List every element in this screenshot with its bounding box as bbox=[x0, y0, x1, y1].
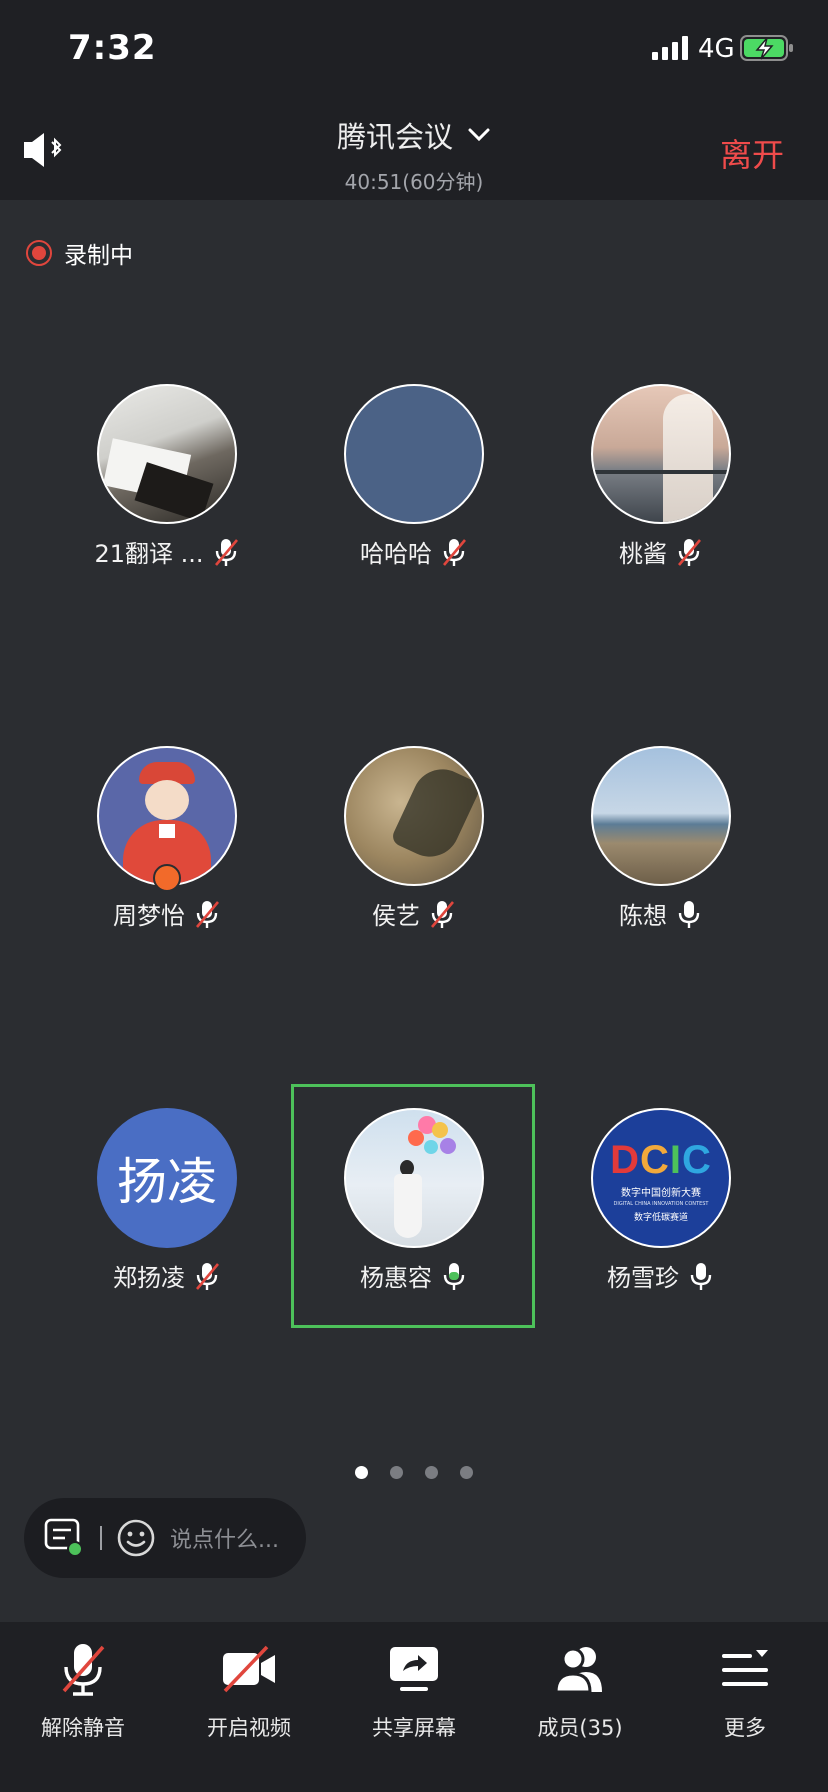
meeting-header: 腾讯会议 40:51(60分钟) 离开 bbox=[0, 100, 828, 200]
share-screen-icon bbox=[390, 1647, 438, 1691]
mic-muted-icon bbox=[431, 900, 454, 928]
participant-name: 哈哈哈 bbox=[360, 540, 432, 568]
recording-label: 录制中 bbox=[64, 243, 133, 269]
mic-muted-icon bbox=[196, 900, 219, 928]
participant-name: 杨雪珍 bbox=[607, 1264, 679, 1292]
participant-name: 桃酱 bbox=[619, 540, 667, 568]
participant-tile[interactable]: DCIC 数字中国创新大赛 DIGITAL CHINA INNOVATION C… bbox=[538, 1108, 784, 1293]
mic-muted-icon bbox=[196, 1262, 219, 1290]
signal-icon bbox=[652, 36, 688, 60]
mic-speaking-icon bbox=[443, 1262, 465, 1290]
participant-tile[interactable]: 侯艺 bbox=[291, 746, 537, 931]
participant-tile[interactable]: 21翻译 ... bbox=[44, 384, 290, 569]
chat-input-bar[interactable]: 说点什么... bbox=[24, 1498, 306, 1578]
participant-tile[interactable]: 周梦怡 bbox=[44, 746, 290, 931]
more-label: 更多 bbox=[724, 1716, 766, 1740]
dcic-logo-subtitle: 数字中国创新大赛 bbox=[621, 1188, 701, 1199]
unmute-label: 解除静音 bbox=[41, 1716, 125, 1740]
battery-charging-icon bbox=[740, 35, 793, 61]
avatar bbox=[591, 384, 731, 524]
members-button[interactable]: 成员(35) bbox=[497, 1638, 663, 1742]
participant-name: 杨惠容 bbox=[360, 1264, 432, 1292]
status-bar: 7:32 4G bbox=[0, 0, 828, 100]
avatar bbox=[97, 384, 237, 524]
participant-name: 周梦怡 bbox=[113, 902, 185, 930]
chat-placeholder[interactable]: 说点什么... bbox=[170, 1522, 279, 1554]
participant-name: 陈想 bbox=[619, 902, 667, 930]
participant-name: 侯艺 bbox=[372, 902, 420, 930]
emoji-icon[interactable] bbox=[116, 1518, 156, 1558]
avatar bbox=[344, 384, 484, 524]
start-video-label: 开启视频 bbox=[207, 1716, 291, 1740]
chat-divider bbox=[100, 1526, 102, 1550]
mic-muted-icon bbox=[62, 1644, 105, 1696]
host-badge-icon bbox=[153, 864, 181, 892]
menu-icon bbox=[722, 1650, 768, 1686]
bottom-toolbar: 解除静音 开启视频 共享屏幕 成员(35) 更多 bbox=[0, 1622, 828, 1792]
meeting-title[interactable]: 腾讯会议 bbox=[337, 114, 453, 156]
participant-name: 郑扬凌 bbox=[113, 1264, 185, 1292]
members-label: 成员(35) bbox=[537, 1716, 623, 1740]
members-icon bbox=[554, 1647, 602, 1694]
start-video-button[interactable]: 开启视频 bbox=[166, 1638, 332, 1742]
page-dot[interactable] bbox=[390, 1466, 403, 1479]
dcic-logo: DCIC bbox=[610, 1138, 712, 1182]
unmute-button[interactable]: 解除静音 bbox=[0, 1638, 166, 1742]
mic-on-icon bbox=[690, 1262, 712, 1290]
avatar: 扬凌 bbox=[97, 1108, 237, 1248]
recording-icon bbox=[26, 240, 52, 266]
leave-button[interactable]: 离开 bbox=[720, 130, 784, 176]
page-dot[interactable] bbox=[355, 1466, 368, 1479]
page-dot[interactable] bbox=[460, 1466, 473, 1479]
chat-bubble-icon[interactable] bbox=[44, 1518, 86, 1558]
mic-muted-icon bbox=[678, 538, 701, 566]
avatar-initials: 扬凌 bbox=[117, 1153, 217, 1211]
more-button[interactable]: 更多 bbox=[662, 1638, 828, 1742]
dcic-logo-track: 数字低碳赛道 bbox=[633, 1213, 688, 1223]
meeting-title-area[interactable]: 腾讯会议 40:51(60分钟) bbox=[0, 114, 828, 195]
video-off-icon bbox=[223, 1645, 275, 1693]
participant-tile[interactable]: 桃酱 bbox=[538, 384, 784, 569]
network-type: 4G bbox=[698, 34, 735, 64]
share-screen-label: 共享屏幕 bbox=[372, 1716, 456, 1740]
avatar bbox=[344, 746, 484, 886]
page-dot[interactable] bbox=[425, 1466, 438, 1479]
participant-name: 21翻译 ... bbox=[94, 540, 204, 568]
share-screen-button[interactable]: 共享屏幕 bbox=[331, 1638, 497, 1742]
participant-tile[interactable]: 哈哈哈 bbox=[291, 384, 537, 569]
participant-tile[interactable]: 杨惠容 bbox=[291, 1108, 537, 1293]
chevron-down-icon[interactable] bbox=[467, 127, 491, 143]
mic-muted-icon bbox=[443, 538, 466, 566]
participant-tile[interactable]: 陈想 bbox=[538, 746, 784, 931]
mic-muted-icon bbox=[214, 538, 238, 566]
avatar: DCIC 数字中国创新大赛 DIGITAL CHINA INNOVATION C… bbox=[591, 1108, 731, 1248]
meeting-duration: 40:51(60分钟) bbox=[344, 170, 484, 194]
avatar bbox=[591, 746, 731, 886]
participant-tile[interactable]: 扬凌 郑扬凌 bbox=[44, 1108, 290, 1293]
page-indicator[interactable] bbox=[0, 1466, 828, 1479]
dcic-logo-english: DIGITAL CHINA INNOVATION CONTEST bbox=[613, 1201, 709, 1207]
recording-indicator: 录制中 bbox=[26, 236, 133, 270]
mic-on-icon bbox=[678, 900, 700, 928]
avatar bbox=[344, 1108, 484, 1248]
status-time: 7:32 bbox=[68, 28, 157, 68]
